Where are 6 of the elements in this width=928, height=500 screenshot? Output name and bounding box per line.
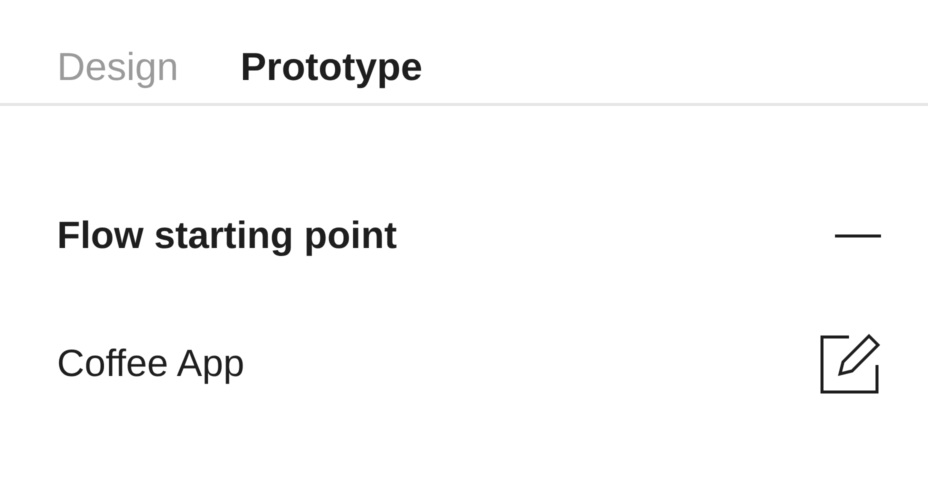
edit-button[interactable]: [818, 332, 882, 396]
minus-icon: [835, 234, 881, 238]
edit-icon: [819, 333, 881, 395]
section-title: Flow starting point: [57, 214, 397, 258]
tab[interactable]: Prototype: [240, 44, 422, 92]
flow-name: Coffee App: [57, 342, 244, 386]
